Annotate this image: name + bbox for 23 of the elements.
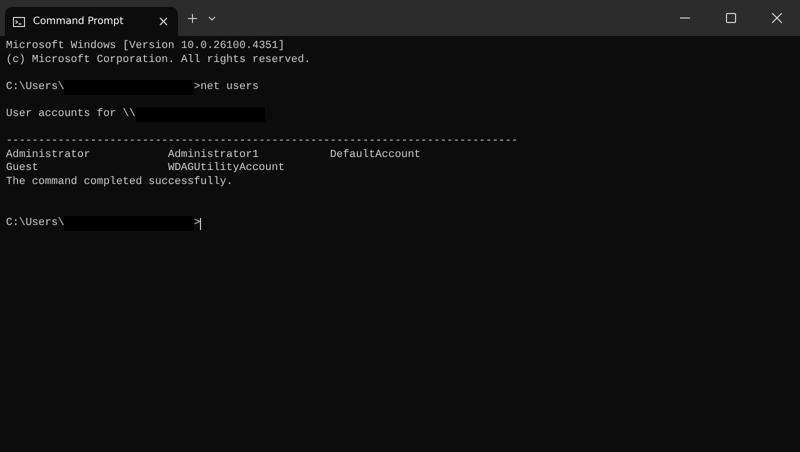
account-name: DefaultAccount	[330, 148, 421, 161]
minimize-icon	[680, 17, 690, 19]
terminal-text: Microsoft Windows [Version 10.0.26100.4351]	[6, 40, 285, 54]
terminal-text: -------------------------------------------------------------------------------	[6, 135, 518, 149]
chevron-down-icon	[208, 16, 216, 20]
terminal-text: C:\Users\	[6, 216, 64, 230]
terminal-text: User accounts for \\	[6, 108, 136, 122]
terminal-text: (c) Microsoft Corporation. All rights reserved.	[6, 54, 311, 68]
terminal-text: C:\Users\	[6, 80, 64, 94]
text-cursor	[200, 218, 202, 230]
terminal-tab[interactable]: Command Prompt	[5, 7, 178, 36]
terminal-text: >net users	[194, 80, 259, 94]
terminal-icon	[13, 16, 25, 26]
terminal-text: >	[194, 216, 200, 230]
maximize-icon	[726, 13, 736, 23]
account-name: Guest	[6, 162, 38, 174]
account-name: WDAGUtilityAccount	[168, 162, 285, 174]
plus-icon	[188, 14, 196, 22]
close-icon	[772, 13, 782, 23]
account-name: Administrator1	[168, 148, 259, 161]
account-name: Administrator	[6, 148, 90, 161]
terminal-text: The command completed successfully.	[6, 176, 233, 190]
close-icon	[158, 17, 168, 26]
